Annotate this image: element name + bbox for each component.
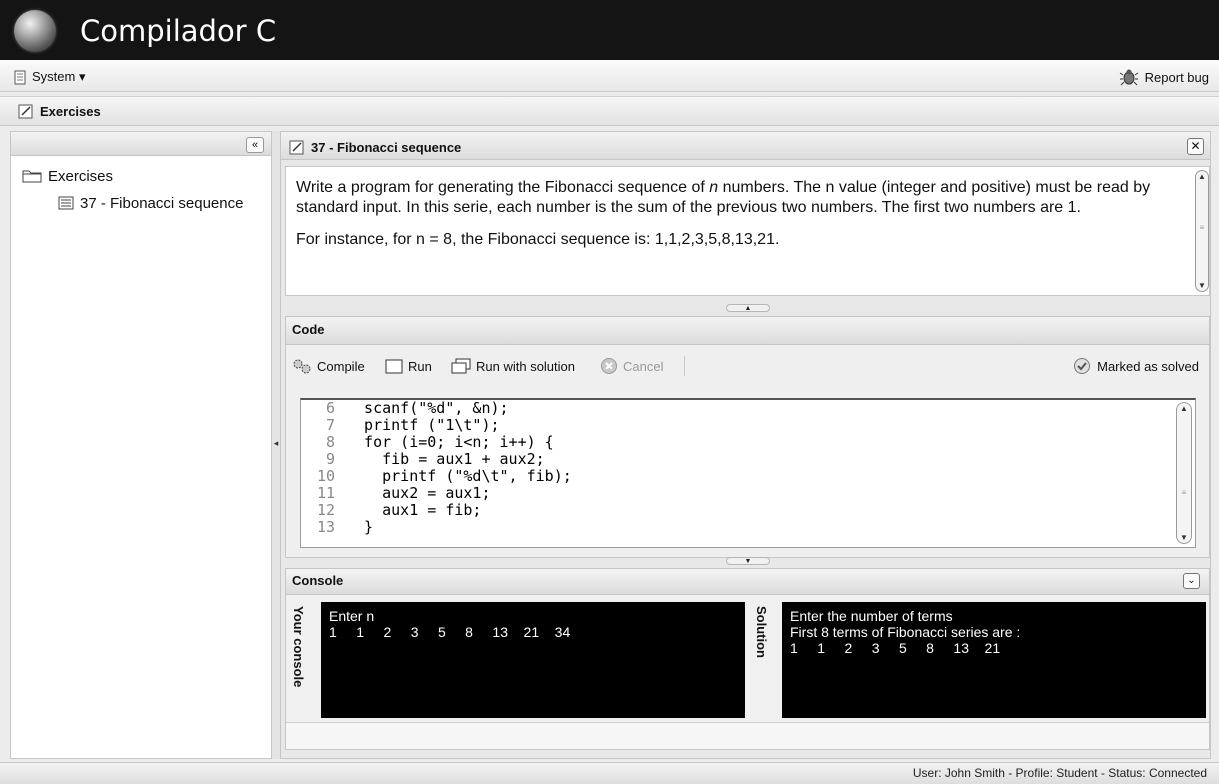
windows-icon [451, 358, 471, 374]
run-label: Run [408, 358, 432, 374]
tab-exercises[interactable]: Exercises [18, 100, 101, 122]
scroll-up-icon[interactable]: ▲ [1196, 172, 1208, 181]
console-input-bar[interactable] [286, 722, 1209, 749]
code-line[interactable]: scanf("%d", &n); [346, 400, 509, 416]
code-panel-title: Code [292, 322, 325, 337]
system-menu-label: System ▾ [32, 69, 86, 84]
report-bug-button[interactable]: Report bug [1119, 67, 1209, 87]
code-line[interactable]: printf ("1\t"); [346, 417, 499, 433]
compile-label: Compile [317, 358, 365, 374]
scroll-down-icon[interactable]: ▼ [1196, 281, 1208, 290]
chevron-double-down-icon: ⌄ [1187, 575, 1196, 586]
code-line[interactable]: aux2 = aux1; [346, 485, 490, 501]
tree-panel-header [11, 132, 271, 156]
expand-console-button[interactable]: ⌄ [1183, 573, 1200, 589]
report-bug-label: Report bug [1144, 69, 1209, 85]
description-example: For instance, for n = 8, the Fibonacci s… [296, 231, 780, 248]
description-paragraph: Write a program for generating the Fibon… [296, 179, 1151, 216]
app-logo-icon [14, 10, 56, 52]
collapse-panel-button[interactable]: « [246, 137, 264, 153]
list-document-icon [58, 196, 74, 210]
cancel-button[interactable]: Cancel [600, 356, 663, 376]
line-number: 9 [325, 450, 335, 468]
code-panel-header [286, 317, 1209, 345]
solution-console-label: Solution [754, 606, 769, 658]
tab-bar [0, 96, 1219, 126]
cancel-icon [601, 358, 617, 374]
tree-folder-exercises[interactable]: Exercises [22, 165, 113, 187]
scroll-grip-icon: ≡ [1181, 488, 1187, 497]
your-console-output[interactable]: Enter n 1 1 2 3 5 8 13 21 34 [321, 602, 745, 718]
compile-button[interactable]: Compile [292, 356, 365, 376]
tree-item-fibonacci[interactable]: 37 - Fibonacci sequence [58, 192, 243, 214]
line-number: 8 [325, 433, 335, 451]
edit-document-icon [18, 104, 33, 119]
console-panel-header [286, 569, 1209, 595]
scroll-grip-icon: ≡ [1199, 223, 1205, 232]
console-panel-title: Console [292, 573, 344, 588]
window-icon [385, 359, 403, 373]
exercise-title: 37 - Fibonacci sequence [289, 137, 461, 157]
system-menu[interactable]: System ▾ [14, 67, 85, 87]
tab-exercises-label: Exercises [40, 103, 101, 119]
tree-item-label: 37 - Fibonacci sequence [80, 194, 244, 212]
line-number: 12 [316, 501, 335, 519]
code-scrollbar[interactable]: ▲ ≡ ▼ [1176, 402, 1192, 544]
code-line[interactable]: aux1 = fib; [346, 502, 481, 518]
horizontal-splitter-knob[interactable]: ▲ [726, 304, 770, 312]
document-icon [14, 70, 26, 84]
folder-icon [22, 170, 42, 183]
your-console-label: Your console [291, 606, 306, 688]
line-number: 10 [316, 467, 335, 485]
splitter-arrow-left-icon[interactable]: ◂ [272, 433, 280, 453]
code-line[interactable]: fib = aux1 + aux2; [346, 451, 545, 467]
toolbar-separator [684, 356, 685, 376]
run-button[interactable]: Run [385, 356, 432, 376]
exercise-title-label: 37 - Fibonacci sequence [311, 139, 462, 155]
check-circle-icon [1074, 358, 1091, 374]
line-number: 6 [325, 399, 335, 417]
line-number: 13 [316, 518, 335, 536]
cancel-label: Cancel [623, 358, 664, 374]
gears-icon [293, 359, 311, 374]
line-number: 11 [316, 484, 335, 502]
scroll-down-icon[interactable]: ▼ [1177, 533, 1191, 542]
line-number: 7 [325, 416, 335, 434]
marked-as-solved-indicator: Marked as solved [1073, 356, 1199, 376]
code-line[interactable]: } [346, 519, 373, 535]
run-with-solution-button[interactable]: Run with solution [451, 356, 575, 376]
status-text: User: John Smith - Profile: Student - St… [912, 766, 1207, 780]
edit-document-icon [289, 140, 304, 155]
horizontal-splitter-knob[interactable]: ▼ [726, 557, 770, 565]
close-exercise-button[interactable]: ✕ [1187, 138, 1204, 155]
menu-bar [0, 60, 1219, 92]
solution-console-output: Enter the number of terms First 8 terms … [782, 602, 1206, 718]
app-title: Compilador C [80, 14, 277, 48]
exercise-description: Write a program for generating the Fibon… [296, 178, 1166, 262]
marked-as-solved-label: Marked as solved [1097, 358, 1199, 374]
description-scrollbar[interactable]: ▲ ≡ ▼ [1195, 170, 1209, 292]
code-line[interactable]: for (i=0; i<n; i++) { [346, 434, 554, 450]
exercise-tree-panel [10, 131, 272, 759]
run-with-solution-label: Run with solution [476, 358, 575, 374]
code-line[interactable]: printf ("%d\t", fib); [346, 468, 572, 484]
bug-icon [1119, 69, 1138, 86]
scroll-up-icon[interactable]: ▲ [1177, 404, 1191, 413]
tree-folder-label: Exercises [48, 167, 114, 185]
